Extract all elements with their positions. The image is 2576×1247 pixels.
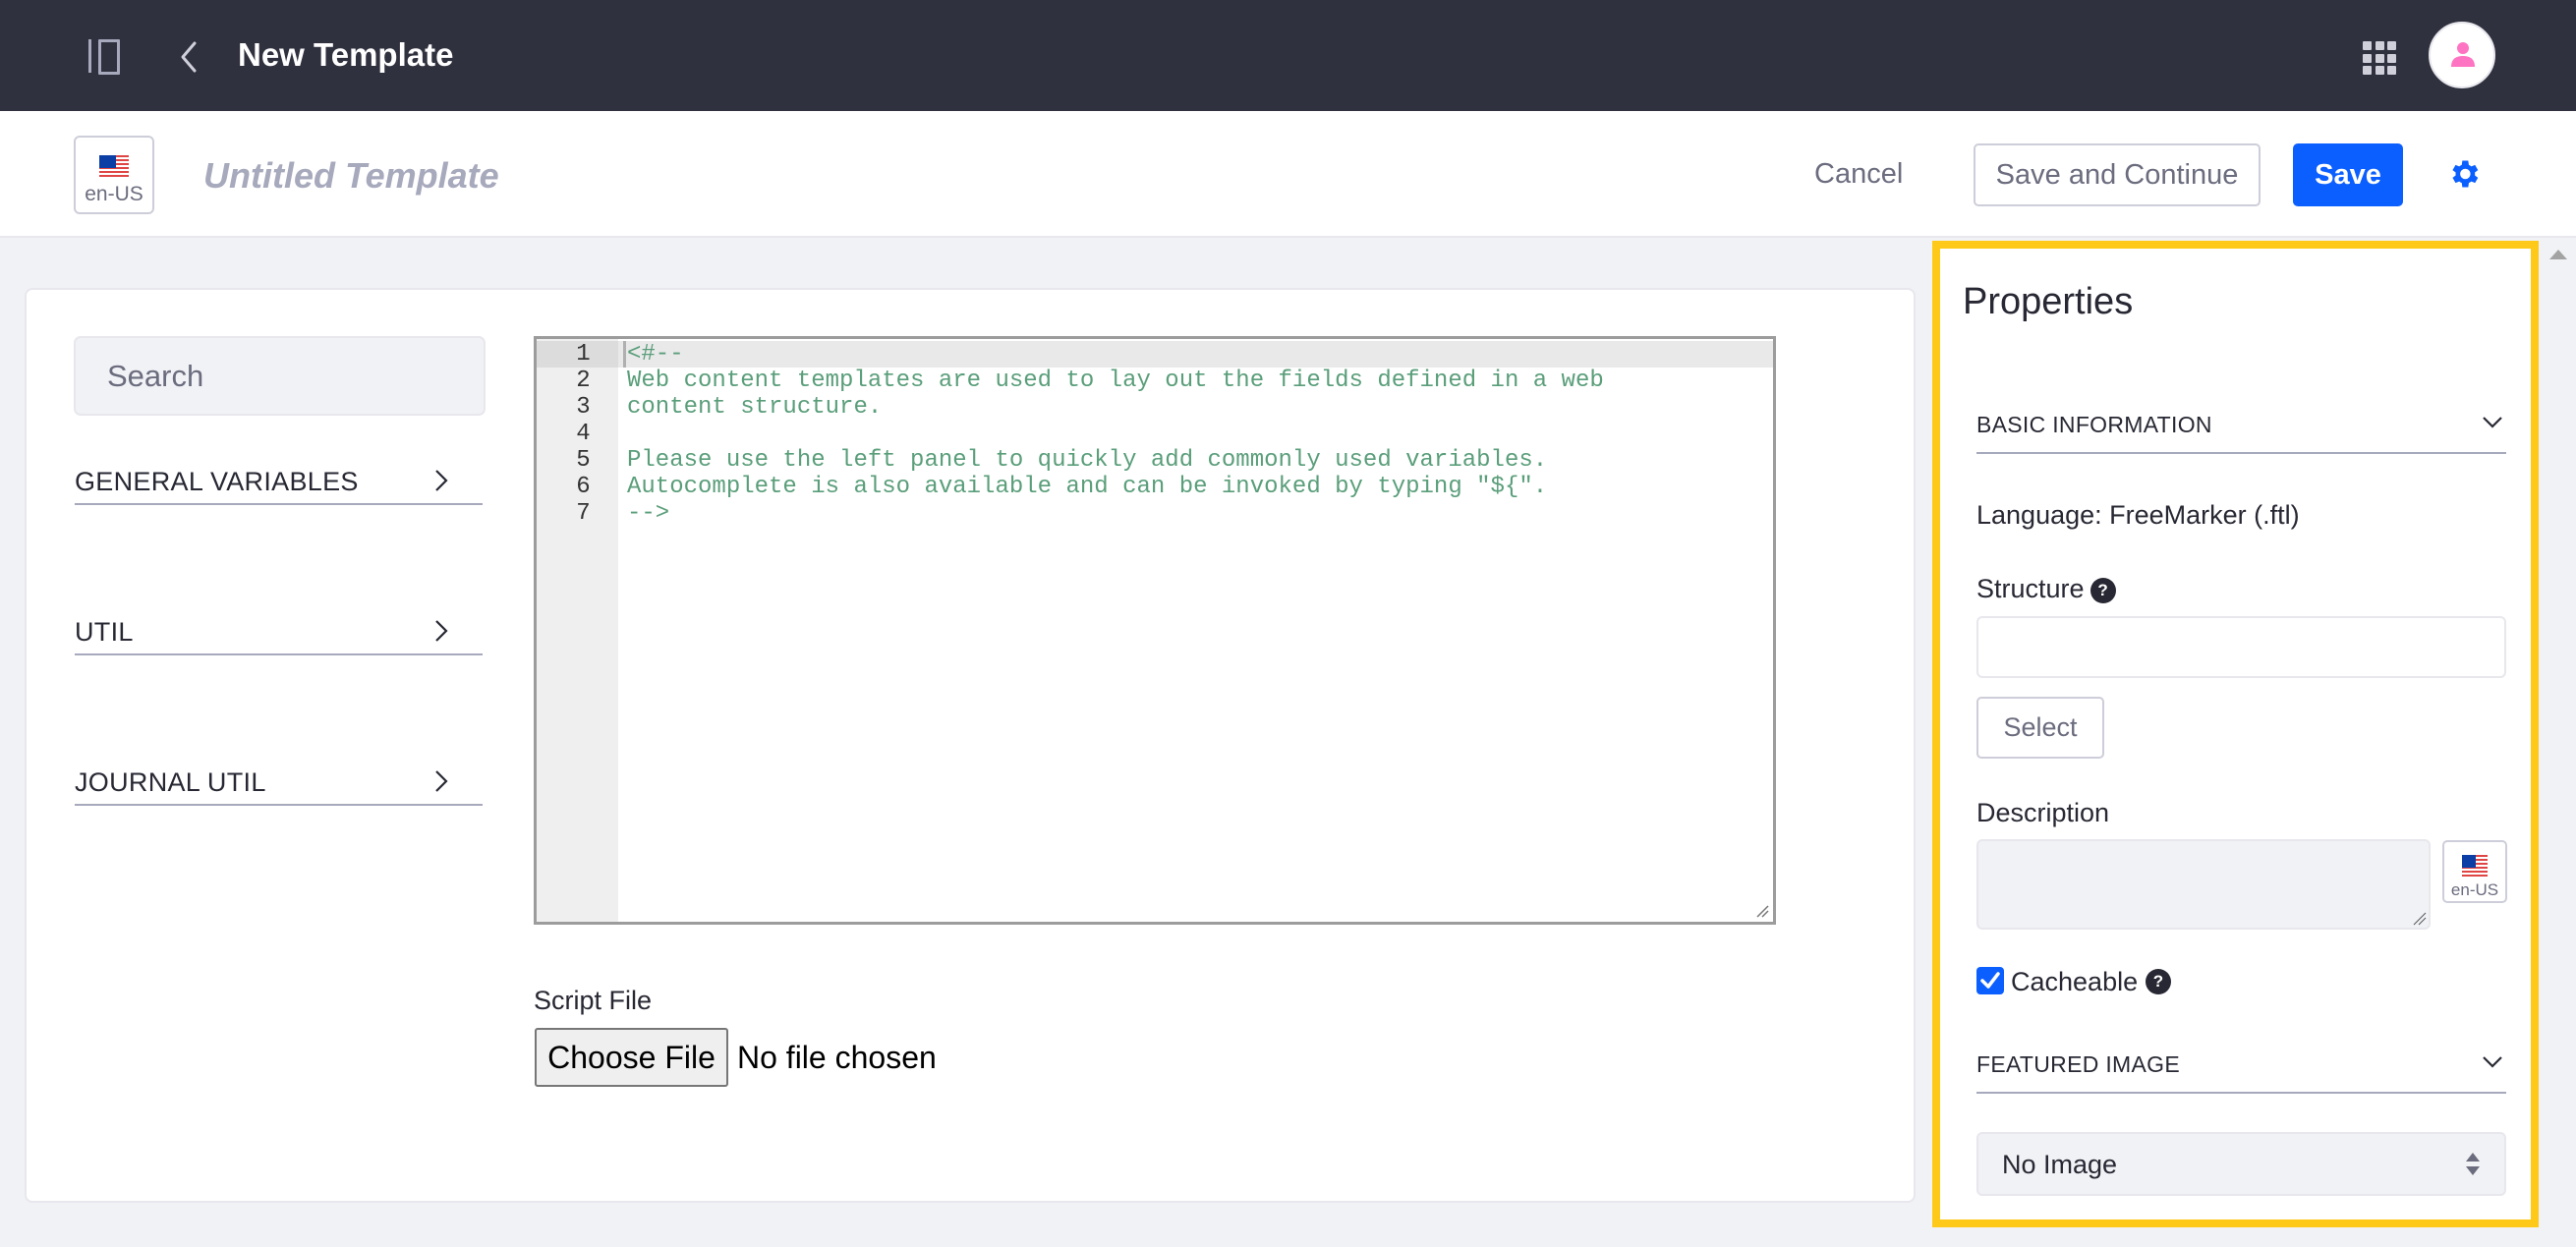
code-line: 5 Please use the left panel to quickly ad… [537, 447, 1773, 474]
chevron-right-icon [433, 618, 449, 644]
top-navigation-bar: New Template [0, 0, 2576, 111]
properties-title: Properties [1963, 281, 2134, 322]
gear-icon [2452, 160, 2479, 188]
us-flag-icon [99, 155, 129, 179]
code-lines: 1 <#-- 2 Web content templates are used to … [537, 341, 1773, 527]
select-structure-button[interactable]: Select [1976, 697, 2104, 759]
line-number: 4 [576, 421, 591, 447]
variable-group-label: JOURNAL UTIL [75, 767, 266, 797]
code-line: 2 Web content templates are used to lay o… [537, 368, 1773, 394]
page-title: New Template [238, 36, 454, 73]
line-number: 3 [576, 394, 591, 421]
chevron-down-icon [2481, 1054, 2504, 1070]
file-status-text: No file chosen [737, 1040, 937, 1075]
description-textarea[interactable] [1976, 839, 2431, 930]
apps-grid-icon[interactable] [2363, 41, 2396, 75]
chevron-right-icon [433, 768, 449, 794]
line-number: 7 [576, 500, 591, 527]
variable-group-label: UTIL [75, 617, 134, 647]
section-label: BASIC INFORMATION [1976, 412, 2212, 437]
help-icon[interactable]: ? [2089, 578, 2116, 603]
selected-option: No Image [2002, 1150, 2118, 1179]
language-key: Language [1976, 500, 2095, 530]
locale-code: en-US [85, 183, 143, 205]
page-scrollbar[interactable] [2541, 238, 2576, 1247]
help-icon[interactable]: ? [2146, 969, 2171, 994]
code-line: 1 <#-- [537, 341, 1773, 368]
code-text: Web content templates are used to lay ou… [627, 368, 1604, 394]
line-number: 1 [537, 341, 618, 368]
code-text: content structure. [627, 394, 883, 421]
user-icon [2451, 42, 2475, 67]
script-file-label: Script File [534, 986, 653, 1015]
code-text: Please use the left panel to quickly add… [627, 447, 1548, 474]
code-text: Autocomplete is also available and can b… [627, 474, 1548, 500]
variable-group-journal-util[interactable]: JOURNAL UTIL [75, 763, 483, 806]
text-cursor [623, 341, 626, 368]
code-line: 3 content structure. [537, 394, 1773, 421]
locale-selector-button[interactable]: en-US [74, 136, 154, 214]
chevron-left-icon [181, 41, 197, 73]
cacheable-label: Cacheable [2011, 967, 2139, 996]
variable-group-general-variables[interactable]: GENERAL VARIABLES [75, 462, 483, 505]
editor-toolbar: en-US Untitled Template Cancel Save and … [0, 111, 2576, 238]
chevron-right-icon [433, 468, 449, 493]
cacheable-checkbox[interactable] [1976, 967, 2004, 994]
settings-button[interactable] [2446, 156, 2482, 192]
line-number: 6 [576, 474, 591, 500]
save-button[interactable]: Save [2293, 143, 2403, 206]
variable-search-input[interactable] [74, 336, 486, 416]
language-info: Language: FreeMarker (.ftl) [1976, 497, 2300, 533]
line-number: 5 [576, 447, 591, 474]
resize-handle-icon[interactable] [2411, 910, 2427, 926]
choose-file-button[interactable]: Choose File [535, 1028, 728, 1087]
resize-handle-icon[interactable] [1755, 904, 1769, 918]
structure-input[interactable] [1976, 616, 2506, 678]
section-label: FEATURED IMAGE [1976, 1051, 2180, 1077]
featured-image-select[interactable]: No Image [1976, 1132, 2506, 1196]
cancel-button[interactable]: Cancel [1814, 154, 1903, 194]
code-text: --> [627, 500, 670, 527]
select-arrows-icon [2466, 1153, 2480, 1175]
back-button[interactable] [175, 37, 204, 77]
code-line: 4 [537, 421, 1773, 447]
user-avatar-button[interactable] [2429, 22, 2495, 88]
checkmark-icon [1980, 972, 2000, 989]
template-name-input[interactable]: Untitled Template [203, 154, 499, 198]
featured-image-section-toggle[interactable]: FEATURED IMAGE [1976, 1045, 2506, 1094]
chevron-down-icon [2481, 415, 2504, 430]
structure-label: Structure? [1976, 571, 2116, 606]
line-number: 2 [576, 368, 591, 394]
code-editor[interactable]: 1 <#-- 2 Web content templates are used to … [534, 336, 1776, 925]
code-line: 7 --> [537, 500, 1773, 527]
save-and-continue-button[interactable]: Save and Continue [1974, 143, 2261, 206]
code-line: 6 Autocomplete is also available and can … [537, 474, 1773, 500]
locale-code: en-US [2450, 880, 2499, 899]
code-text: <#-- [627, 341, 684, 368]
sidebar-toggle-icon[interactable] [86, 39, 132, 75]
us-flag-icon [2462, 855, 2488, 879]
language-value: : FreeMarker (.ftl) [2094, 500, 2300, 530]
structure-label-text: Structure [1976, 574, 2085, 603]
basic-information-section-toggle[interactable]: BASIC INFORMATION [1976, 405, 2506, 454]
scroll-up-arrow-icon[interactable] [2549, 250, 2567, 259]
variable-group-util[interactable]: UTIL [75, 612, 483, 655]
description-locale-button[interactable]: en-US [2442, 840, 2507, 903]
description-label: Description [1976, 798, 2110, 827]
variable-group-label: GENERAL VARIABLES [75, 467, 359, 496]
